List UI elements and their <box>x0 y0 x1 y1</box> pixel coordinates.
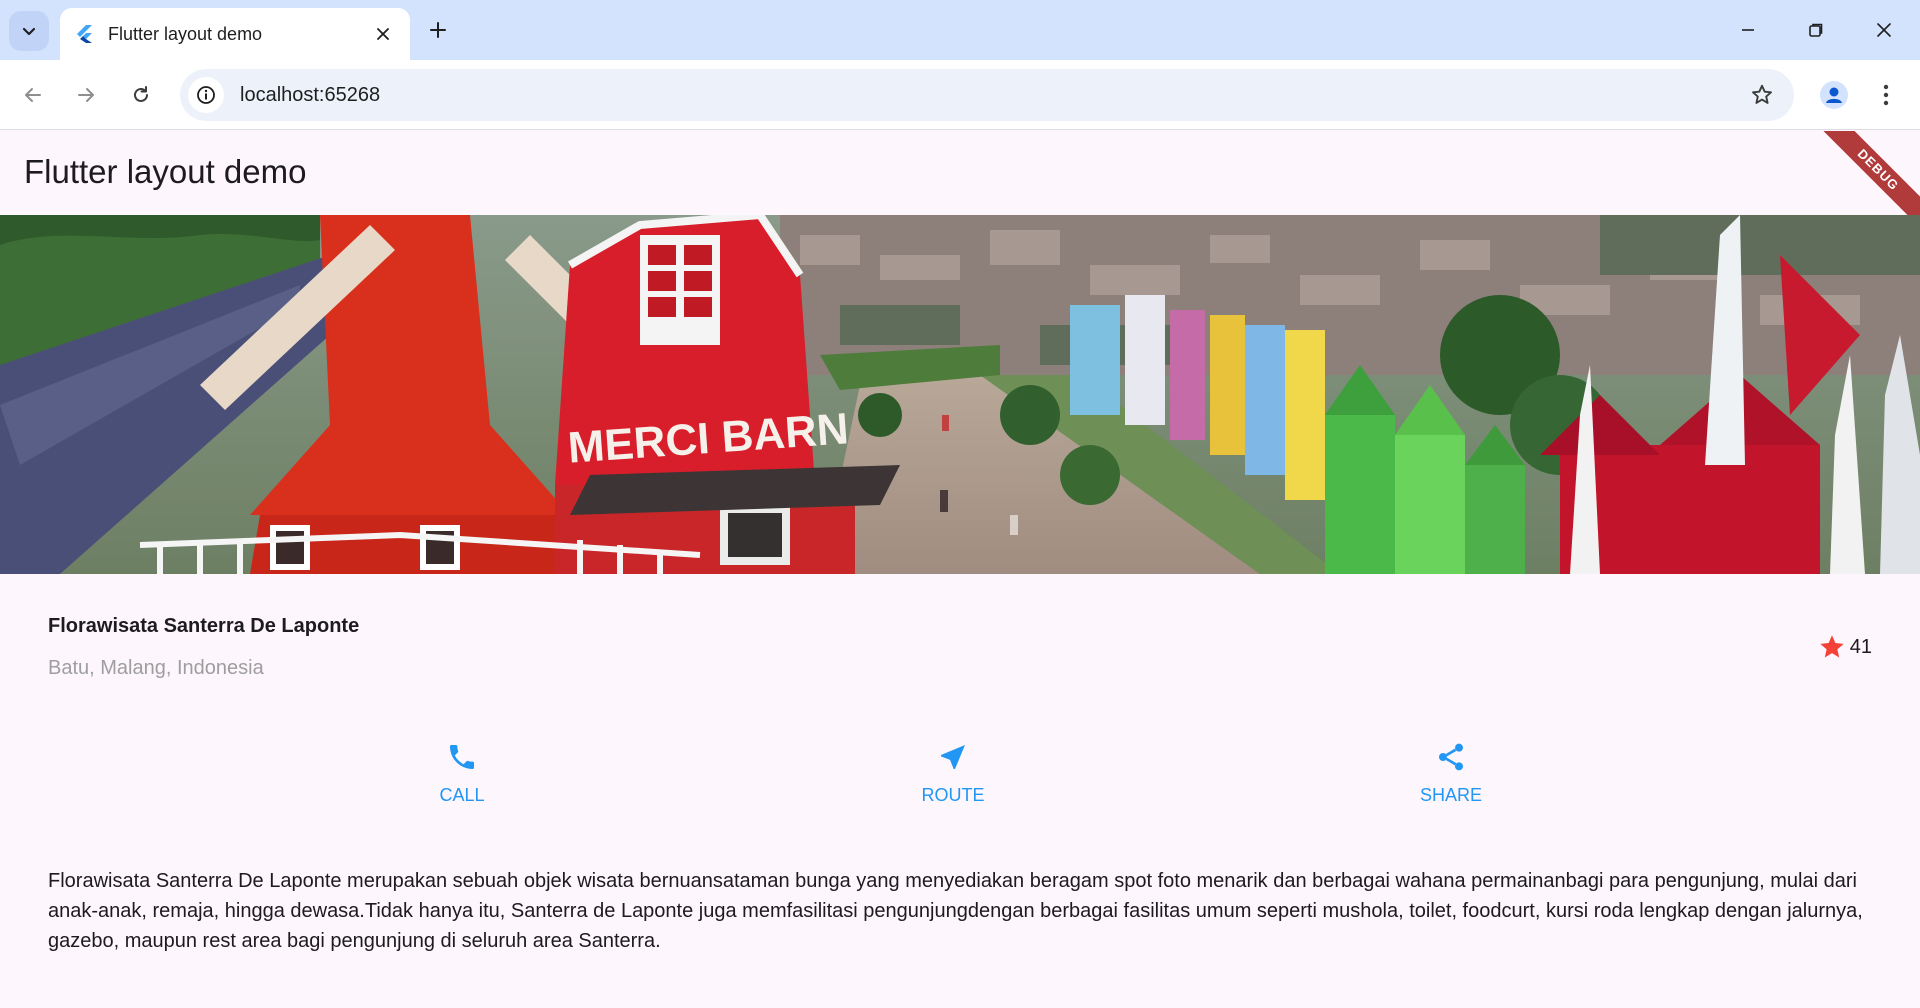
restore-button[interactable] <box>1790 10 1842 50</box>
minimize-button[interactable] <box>1722 10 1774 50</box>
close-icon <box>1877 23 1891 37</box>
flutter-logo-icon <box>74 24 94 44</box>
browser-menu-button[interactable] <box>1866 75 1906 115</box>
button-section: CALL ROUTE SHARE <box>0 741 1920 821</box>
star-outline-icon <box>1752 84 1772 104</box>
route-button[interactable]: ROUTE <box>883 741 1023 806</box>
share-icon <box>1439 743 1463 771</box>
near-me-icon <box>941 745 965 769</box>
place-name: Florawisata Santerra De Laponte <box>48 615 360 637</box>
tab-close-button[interactable] <box>370 21 396 47</box>
browser-tab[interactable]: Flutter layout demo <box>60 8 410 60</box>
rating: 41 <box>1818 633 1872 661</box>
browser-tabstrip: Flutter layout demo <box>0 0 1920 60</box>
rating-count: 41 <box>1849 635 1872 658</box>
chevron-down-icon <box>22 27 36 36</box>
reload-button[interactable] <box>121 75 161 115</box>
reload-icon <box>134 86 148 102</box>
minimize-icon <box>1742 29 1754 31</box>
info-icon <box>197 86 215 104</box>
address-bar[interactable]: localhost:65268 <box>180 69 1794 121</box>
page-title: Flutter layout demo <box>24 153 307 190</box>
site-info-button[interactable] <box>188 77 224 113</box>
route-label: ROUTE <box>921 785 985 805</box>
flutter-app: Flutter layout demo DEBUG MERCI BARN Flo… <box>0 131 1920 1008</box>
more-vertical-icon <box>1883 84 1889 106</box>
restore-icon <box>1809 23 1823 37</box>
browser-toolbar: localhost:65268 <box>0 60 1920 130</box>
tab-search-button[interactable] <box>9 11 49 51</box>
phone-icon <box>450 745 474 769</box>
app-bar: Flutter layout demo <box>0 131 1920 215</box>
forward-button[interactable] <box>66 75 106 115</box>
title-section: Florawisata Santerra De Laponte Batu, Ma… <box>48 615 1872 705</box>
profile-button[interactable] <box>1814 75 1854 115</box>
arrow-left-icon <box>25 88 41 102</box>
back-button[interactable] <box>13 75 53 115</box>
plus-icon <box>430 22 446 38</box>
new-tab-button[interactable] <box>422 14 454 46</box>
avatar-icon <box>1820 81 1848 109</box>
close-window-button[interactable] <box>1858 10 1910 50</box>
call-label: CALL <box>439 785 485 805</box>
star-icon <box>1820 635 1844 658</box>
share-button[interactable]: SHARE <box>1381 741 1521 806</box>
close-icon <box>377 28 389 40</box>
description-text: Florawisata Santerra De Laponte merupaka… <box>48 870 1863 952</box>
bookmark-button[interactable] <box>1742 75 1782 115</box>
share-label: SHARE <box>1419 785 1482 805</box>
call-button[interactable]: CALL <box>392 741 532 806</box>
place-location: Batu, Malang, Indonesia <box>48 657 264 679</box>
hero-image: MERCI BARN <box>0 215 1920 574</box>
tab-title: Flutter layout demo <box>108 23 263 44</box>
arrow-right-icon <box>78 88 94 102</box>
url-text[interactable]: localhost:65268 <box>240 84 1742 107</box>
